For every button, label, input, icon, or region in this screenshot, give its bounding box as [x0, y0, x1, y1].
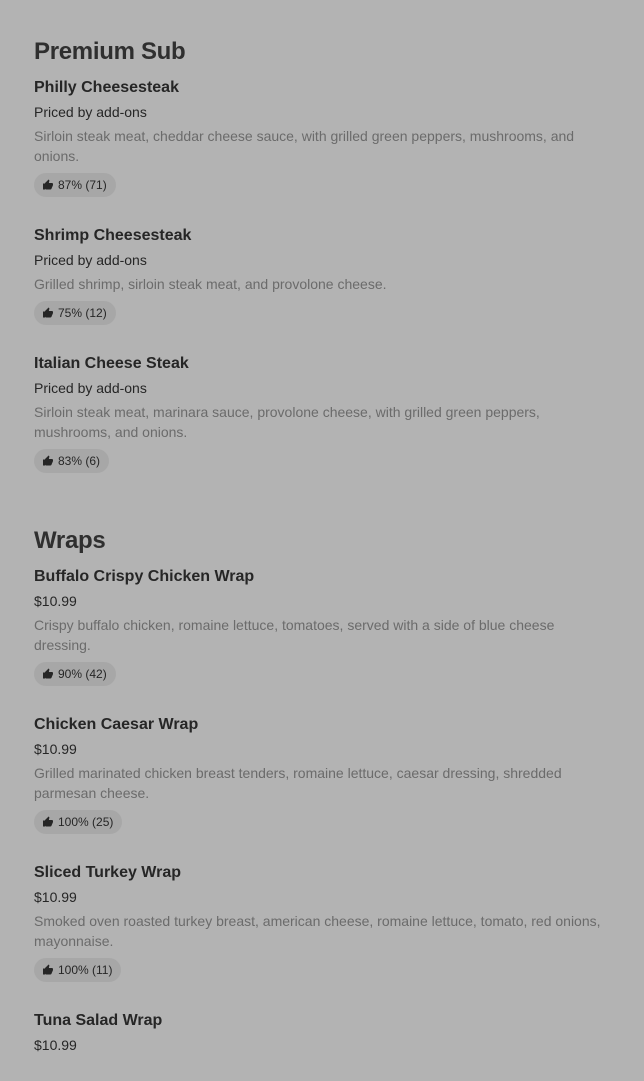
rating-text: 90% (42) — [58, 667, 107, 681]
thumbs-up-icon — [43, 455, 53, 466]
rating-text: 87% (71) — [58, 178, 107, 192]
item-name: Philly Cheesesteak — [34, 79, 179, 96]
rating-badge: 100% (11) — [34, 958, 122, 982]
item-price: $10.99 — [34, 741, 77, 757]
item-name: Chicken Caesar Wrap — [34, 716, 199, 733]
rating-badge: 100% (25) — [34, 810, 123, 834]
item-price: Priced by add-ons — [34, 380, 147, 396]
item-price: $10.99 — [34, 889, 77, 905]
item-price: $10.99 — [34, 1037, 77, 1053]
menu-section-premium-sub: Premium Sub Philly Cheesesteak Priced by… — [34, 0, 614, 473]
item-description: Grilled marinated chicken breast tenders… — [34, 765, 562, 801]
menu-item[interactable]: Philly Cheesesteak Priced by add-ons Sir… — [34, 66, 614, 197]
thumbs-up-icon — [43, 307, 53, 318]
rating-text: 83% (6) — [58, 454, 101, 468]
section-title: Wraps — [34, 527, 106, 554]
menu-item[interactable]: Shrimp Cheesesteak Priced by add-ons Gri… — [34, 197, 614, 325]
item-name: Italian Cheese Steak — [34, 355, 189, 372]
item-name: Shrimp Cheesesteak — [34, 227, 192, 244]
item-name: Sliced Turkey Wrap — [34, 864, 182, 881]
item-description: Grilled shrimp, sirloin steak meat, and … — [34, 276, 387, 292]
item-price: Priced by add-ons — [34, 252, 147, 268]
thumbs-up-icon — [43, 179, 53, 190]
menu-section-wraps: Wraps Buffalo Crispy Chicken Wrap $10.99… — [34, 473, 614, 1054]
item-description: Smoked oven roasted turkey breast, ameri… — [34, 913, 601, 949]
thumbs-up-icon — [43, 964, 53, 975]
item-name: Tuna Salad Wrap — [34, 1012, 163, 1029]
item-price: $10.99 — [34, 593, 77, 609]
menu-item[interactable]: Italian Cheese Steak Priced by add-ons S… — [34, 325, 614, 473]
rating-text: 100% (25) — [58, 815, 114, 829]
item-description: Sirloin steak meat, cheddar cheese sauce… — [34, 128, 575, 164]
rating-text: 100% (11) — [58, 963, 113, 977]
item-description: Sirloin steak meat, marinara sauce, prov… — [34, 404, 540, 440]
item-description: Crispy buffalo chicken, romaine lettuce,… — [34, 617, 555, 653]
rating-badge: 90% (42) — [34, 662, 116, 686]
rating-badge: 83% (6) — [34, 449, 110, 473]
menu-item[interactable]: Sliced Turkey Wrap $10.99 Smoked oven ro… — [34, 834, 614, 982]
menu-item[interactable]: Buffalo Crispy Chicken Wrap $10.99 Crisp… — [34, 555, 614, 686]
thumbs-up-icon — [43, 668, 53, 679]
menu-item[interactable]: Chicken Caesar Wrap $10.99 Grilled marin… — [34, 686, 614, 834]
item-name: Buffalo Crispy Chicken Wrap — [34, 568, 255, 585]
thumbs-up-icon — [43, 816, 53, 827]
rating-text: 75% (12) — [58, 306, 107, 320]
item-price: Priced by add-ons — [34, 104, 147, 120]
menu-content: Premium Sub Philly Cheesesteak Priced by… — [0, 0, 644, 1054]
rating-badge: 75% (12) — [34, 301, 116, 325]
rating-badge: 87% (71) — [34, 173, 116, 197]
menu-item[interactable]: Tuna Salad Wrap $10.99 — [34, 982, 614, 1054]
section-title: Premium Sub — [34, 38, 186, 65]
